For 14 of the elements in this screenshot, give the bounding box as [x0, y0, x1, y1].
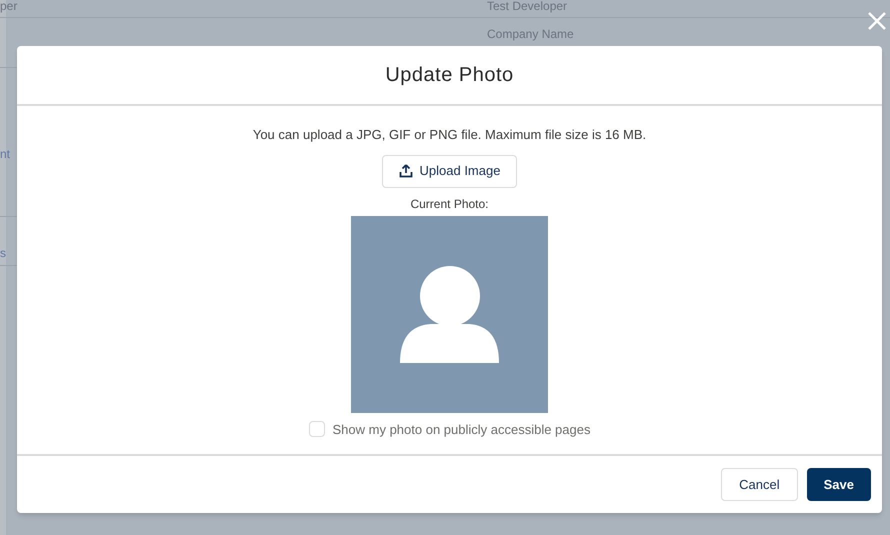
cancel-button[interactable]: Cancel — [721, 468, 798, 501]
save-button[interactable]: Save — [806, 468, 871, 501]
background-text: Company Name — [487, 26, 574, 43]
current-photo-label: Current Photo: — [410, 196, 489, 212]
close-icon — [867, 11, 887, 31]
close-button[interactable] — [866, 10, 888, 32]
instructions-text: You can upload a JPG, GIF or PNG file. Maximum file size is 16 MB. — [252, 126, 646, 144]
background-text: Test Developer — [487, 0, 568, 12]
upload-button[interactable]: Upload Image — [382, 154, 518, 188]
checkbox[interactable] — [308, 421, 324, 438]
modal-title: Update Photo — [385, 63, 514, 88]
background-text: per — [0, 0, 18, 12]
checkbox-label: Show my photo on publicly accessible pages — [332, 420, 590, 439]
upload-icon — [398, 164, 413, 178]
